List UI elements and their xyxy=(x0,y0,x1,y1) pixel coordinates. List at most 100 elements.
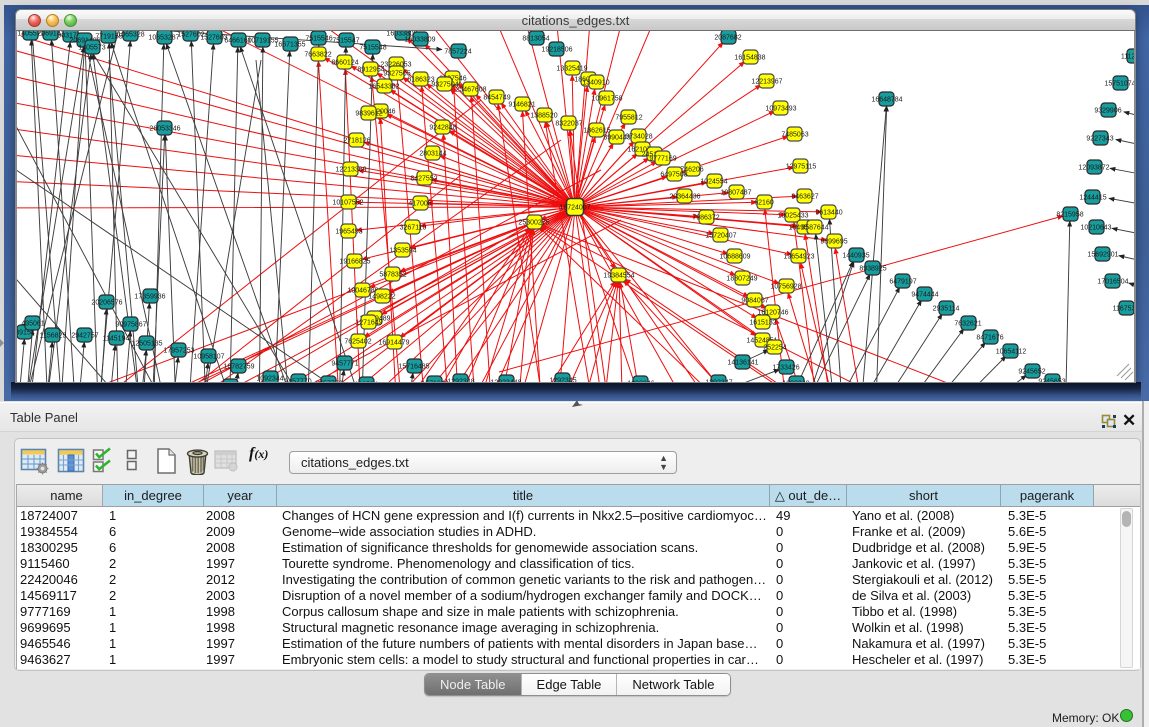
svg-text:1092344: 1092344 xyxy=(256,376,283,383)
svg-text:15751074: 15751074 xyxy=(1104,81,1134,88)
svg-text:2803144: 2803144 xyxy=(419,151,446,158)
svg-text:8813054: 8813054 xyxy=(522,36,549,43)
svg-text:8471676: 8471676 xyxy=(976,335,1003,342)
svg-text:435061: 435061 xyxy=(21,321,44,328)
svg-text:9245653: 9245653 xyxy=(1038,379,1065,383)
svg-text:10807487: 10807487 xyxy=(720,190,751,197)
svg-text:14136141: 14136141 xyxy=(727,360,758,367)
svg-text:17016504: 17016504 xyxy=(1097,279,1128,286)
svg-text:13325419: 13325419 xyxy=(556,66,587,73)
svg-text:7632621: 7632621 xyxy=(954,321,981,328)
svg-text:9329906: 9329906 xyxy=(1094,108,1121,115)
svg-text:15716485: 15716485 xyxy=(398,364,429,371)
svg-text:12213369: 12213369 xyxy=(335,167,366,174)
svg-text:1167533: 1167533 xyxy=(1113,306,1134,313)
svg-text:8322037: 8322037 xyxy=(555,121,582,128)
svg-text:1388520: 1388520 xyxy=(530,113,557,120)
svg-text:25300275: 25300275 xyxy=(518,220,549,227)
svg-text:7515546: 7515546 xyxy=(305,36,332,43)
svg-text:2087682: 2087682 xyxy=(714,35,741,42)
svg-text:19166825: 19166825 xyxy=(339,259,370,266)
svg-text:16154838: 16154838 xyxy=(734,55,765,62)
svg-text:26053346: 26053346 xyxy=(149,126,180,133)
svg-text:9474444: 9474444 xyxy=(911,292,938,299)
svg-text:20364436: 20364436 xyxy=(669,194,700,201)
svg-text:1362615: 1362615 xyxy=(583,128,610,135)
svg-text:5878352: 5878352 xyxy=(379,272,406,279)
svg-text:90975867: 90975867 xyxy=(115,322,146,329)
svg-text:1145194: 1145194 xyxy=(103,336,130,343)
svg-text:12093872: 12093872 xyxy=(1078,165,1109,172)
svg-text:9899695: 9899695 xyxy=(820,239,847,246)
svg-text:1244415: 1244415 xyxy=(1079,195,1106,202)
svg-text:1292347: 1292347 xyxy=(705,380,732,383)
svg-text:10210643: 10210643 xyxy=(1080,225,1111,232)
svg-text:7663822: 7663822 xyxy=(304,52,331,59)
svg-text:9734028: 9734028 xyxy=(625,134,652,141)
svg-text:7986372: 7986372 xyxy=(692,215,719,222)
svg-text:1615132: 1615132 xyxy=(749,320,776,327)
svg-text:7857224: 7857224 xyxy=(444,49,471,56)
svg-text:18807249: 18807249 xyxy=(726,276,757,283)
svg-text:10961758: 10961758 xyxy=(591,96,622,103)
svg-text:19654923: 19654923 xyxy=(783,254,814,261)
svg-text:1065328: 1065328 xyxy=(117,32,144,39)
svg-text:10654112: 10654112 xyxy=(996,349,1027,356)
svg-text:1405573: 1405573 xyxy=(78,45,105,52)
svg-text:9613440: 9613440 xyxy=(815,210,842,217)
svg-text:252254: 252254 xyxy=(763,345,786,352)
svg-text:1440935: 1440935 xyxy=(842,253,869,260)
svg-text:6479197: 6479197 xyxy=(889,279,916,286)
svg-text:10958107: 10958107 xyxy=(193,354,224,361)
svg-text:1733426: 1733426 xyxy=(772,365,799,372)
svg-text:9242848: 9242848 xyxy=(429,125,456,132)
svg-text:9457770: 9457770 xyxy=(284,379,311,383)
svg-text:19218506: 19218506 xyxy=(541,47,572,54)
svg-text:1024554: 1024554 xyxy=(700,179,727,186)
svg-text:15720407: 15720407 xyxy=(705,233,736,240)
svg-text:8938925: 8938925 xyxy=(859,266,886,273)
svg-text:12213967: 12213967 xyxy=(751,79,782,86)
svg-text:12923448: 12923448 xyxy=(490,380,521,383)
svg-text:1353594: 1353594 xyxy=(389,248,416,255)
svg-text:9463627: 9463627 xyxy=(791,194,818,201)
svg-text:62160: 62160 xyxy=(754,200,774,207)
svg-text:1340910: 1340910 xyxy=(582,80,609,87)
svg-text:1156829: 1156829 xyxy=(40,333,67,340)
svg-text:16648784: 16648784 xyxy=(871,97,902,104)
svg-text:1292346: 1292346 xyxy=(627,381,654,383)
svg-text:16033809: 16033809 xyxy=(404,37,435,44)
svg-text:20206576: 20206576 xyxy=(91,300,122,307)
svg-text:9839612: 9839612 xyxy=(355,111,382,118)
svg-text:1571640: 1571640 xyxy=(421,381,448,383)
svg-text:8427552: 8427552 xyxy=(410,176,437,183)
svg-text:12505135: 12505135 xyxy=(131,341,162,348)
svg-text:162534: 162534 xyxy=(354,382,377,383)
svg-text:2942757: 2942757 xyxy=(71,333,98,340)
svg-text:10107552: 10107552 xyxy=(332,200,363,207)
svg-text:2935114: 2935114 xyxy=(933,306,960,313)
svg-text:10653287: 10653287 xyxy=(148,35,179,42)
svg-text:10973493: 10973493 xyxy=(765,106,796,113)
svg-text:18724007: 18724007 xyxy=(559,205,590,212)
svg-text:10688609: 10688609 xyxy=(719,254,750,261)
svg-text:12975115: 12975115 xyxy=(786,164,817,171)
svg-text:1292345: 1292345 xyxy=(549,378,576,383)
svg-text:9457771: 9457771 xyxy=(331,361,358,368)
svg-text:9587644: 9587644 xyxy=(801,225,828,232)
svg-text:16543382: 16543382 xyxy=(368,84,399,91)
svg-text:9457772: 9457772 xyxy=(315,381,342,383)
svg-text:1112843: 1112843 xyxy=(1121,54,1134,61)
svg-text:7625402: 7625402 xyxy=(344,339,371,346)
svg-text:1498222: 1498222 xyxy=(368,294,395,301)
svg-text:7485063: 7485063 xyxy=(781,132,808,139)
svg-text:9084067: 9084067 xyxy=(741,298,768,305)
svg-text:1292349: 1292349 xyxy=(782,381,809,383)
svg-text:417006: 417006 xyxy=(408,201,431,208)
svg-text:10756928: 10756928 xyxy=(770,284,801,291)
svg-text:6497508: 6497508 xyxy=(660,172,687,179)
svg-text:8660124: 8660124 xyxy=(331,60,358,67)
svg-text:9227343: 9227343 xyxy=(1086,136,1113,143)
svg-text:8454749: 8454749 xyxy=(483,95,510,102)
svg-text:1965493: 1965493 xyxy=(335,229,362,236)
